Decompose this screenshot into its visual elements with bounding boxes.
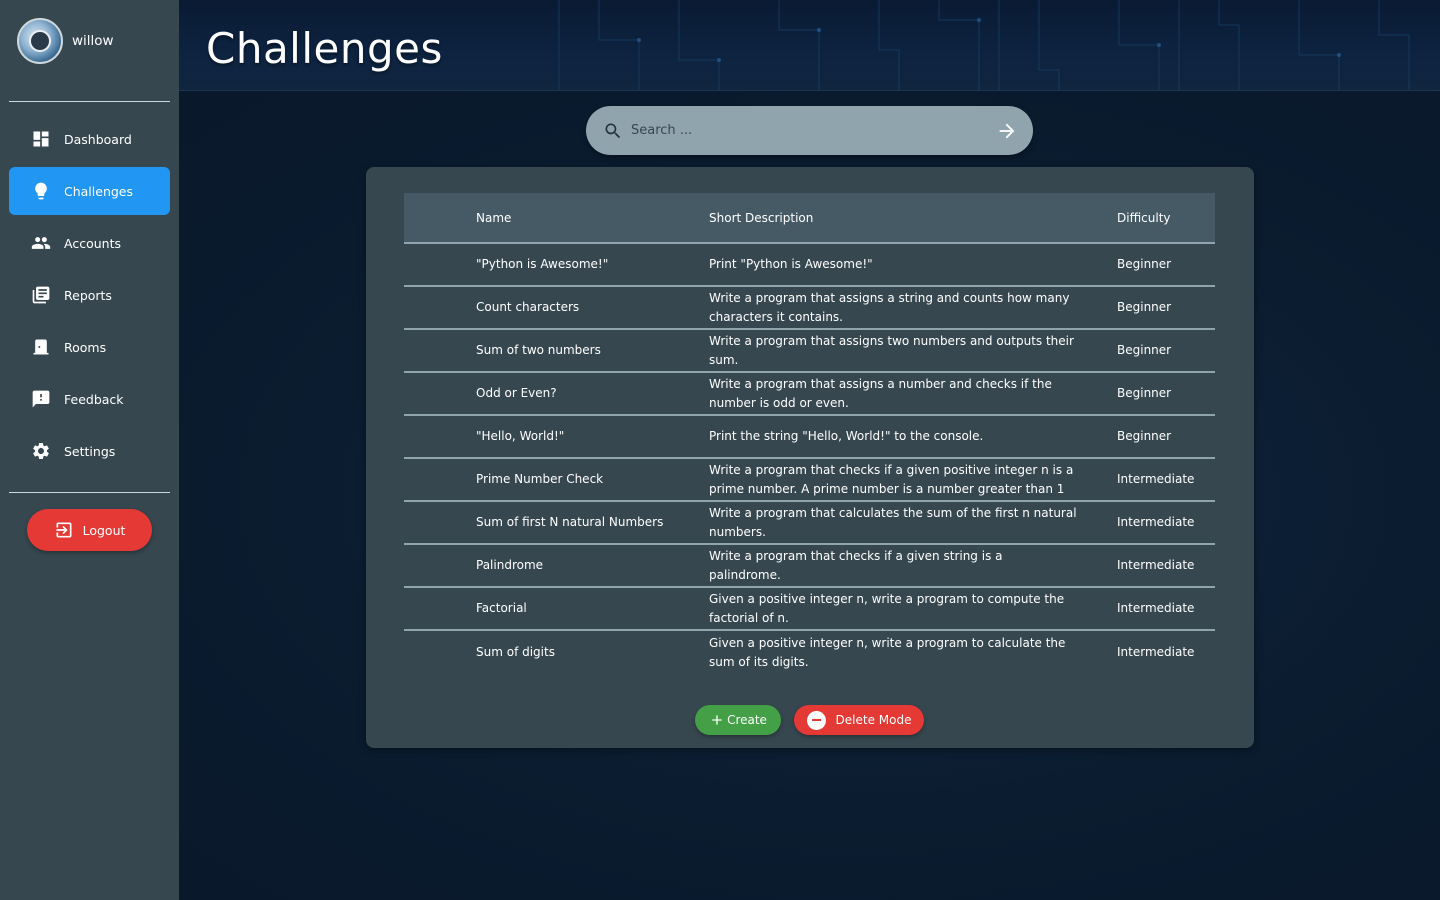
- create-button[interactable]: Create: [695, 705, 781, 735]
- sidebar-divider: [9, 101, 170, 102]
- cell-description: Print the string "Hello, World!" to the …: [709, 429, 984, 443]
- door-icon: [31, 337, 51, 357]
- cell-name: Sum of two numbers: [476, 343, 601, 357]
- cell-difficulty: Beginner: [1117, 300, 1172, 314]
- search-icon: [603, 121, 623, 141]
- table-row[interactable]: Factorial Given a positive integer n, wri…: [404, 588, 1215, 631]
- cell-description: Write a program that calculates the sum …: [709, 505, 1077, 539]
- cell-name: Prime Number Check: [476, 472, 604, 486]
- cell-name: Odd or Even?: [476, 386, 557, 400]
- table-actions: Create Delete Mode: [366, 704, 1254, 735]
- sidebar-item-label: Challenges: [64, 183, 134, 199]
- sidebar-divider: [9, 492, 170, 493]
- cell-name: Sum of first N natural Numbers: [476, 515, 664, 529]
- table-row[interactable]: Odd or Even? Write a program that assigns…: [404, 373, 1215, 416]
- cell-description: Write a program that assigns a string an…: [709, 290, 1070, 324]
- cell-name: Palindrome: [476, 558, 544, 572]
- feedback-icon: [31, 389, 51, 409]
- cell-difficulty: Beginner: [1117, 257, 1172, 271]
- dashboard-icon: [31, 129, 51, 149]
- cell-description: Write a program that assigns two numbers…: [709, 333, 1074, 367]
- cell-description: Write a program that checks if a given s…: [709, 548, 1003, 582]
- table-row[interactable]: Sum of first N natural Numbers Write a pr…: [404, 502, 1215, 545]
- people-icon: [31, 233, 51, 253]
- table-body: "Python is Awesome!" Print "Python is Awe…: [404, 244, 1215, 674]
- search-input[interactable]: [631, 106, 996, 155]
- sidebar-item-reports[interactable]: Reports: [9, 271, 170, 319]
- create-label: Create: [727, 713, 767, 727]
- cell-description: Write a program that assigns a number an…: [709, 376, 1052, 410]
- cell-name: Count characters: [476, 300, 580, 314]
- avatar[interactable]: [17, 17, 63, 64]
- challenges-table: Name Short Description Difficulty "Pytho…: [404, 193, 1215, 674]
- cell-description: Write a program that checks if a given p…: [709, 462, 1074, 496]
- table-row[interactable]: Palindrome Write a program that checks if…: [404, 545, 1215, 588]
- column-header-difficulty[interactable]: Difficulty: [1117, 211, 1215, 225]
- sidebar-item-rooms[interactable]: Rooms: [9, 323, 170, 371]
- column-header-description[interactable]: Short Description: [709, 211, 1117, 225]
- sidebar-item-label: Dashboard: [64, 131, 132, 147]
- sidebar-item-label: Reports: [64, 287, 112, 303]
- table-row[interactable]: "Python is Awesome!" Print "Python is Awe…: [404, 244, 1215, 287]
- gear-icon: [31, 441, 51, 461]
- sidebar-item-label: Feedback: [64, 391, 124, 407]
- sidebar: willow Dashboard Challenges Accounts Rep…: [0, 0, 179, 900]
- sidebar-item-accounts[interactable]: Accounts: [9, 219, 170, 267]
- table-row[interactable]: Prime Number Check Write a program that c…: [404, 459, 1215, 502]
- delete-mode-label: Delete Mode: [835, 713, 912, 727]
- sidebar-item-feedback[interactable]: Feedback: [9, 375, 170, 423]
- cell-difficulty: Intermediate: [1117, 515, 1195, 529]
- cell-difficulty: Intermediate: [1117, 601, 1195, 615]
- plus-icon: [712, 715, 722, 725]
- sidebar-item-challenges[interactable]: Challenges: [9, 167, 170, 215]
- cell-description: Given a positive integer n, write a prog…: [709, 635, 1066, 669]
- page-title: Challenges: [206, 24, 443, 73]
- table-row[interactable]: Count characters Write a program that ass…: [404, 287, 1215, 330]
- table-header: Name Short Description Difficulty: [404, 193, 1215, 244]
- cell-description: Given a positive integer n, write a prog…: [709, 591, 1065, 625]
- cell-name: Factorial: [476, 601, 527, 615]
- lightbulb-icon: [31, 181, 51, 201]
- sidebar-item-settings[interactable]: Settings: [9, 427, 170, 475]
- delete-mode-button[interactable]: Delete Mode: [794, 705, 924, 735]
- cell-name: "Hello, World!": [476, 429, 565, 443]
- table-row[interactable]: "Hello, World!" Print the string "Hello, …: [404, 416, 1215, 459]
- cell-difficulty: Intermediate: [1117, 645, 1195, 659]
- cell-difficulty: Beginner: [1117, 343, 1172, 357]
- sidebar-item-dashboard[interactable]: Dashboard: [9, 115, 170, 163]
- logout-button[interactable]: Logout: [27, 509, 152, 551]
- table-row[interactable]: Sum of two numbers Write a program that a…: [404, 330, 1215, 373]
- logout-icon: [56, 522, 72, 538]
- logout-label: Logout: [82, 522, 126, 538]
- table-row[interactable]: Sum of digits Given a positive integer n,…: [404, 631, 1215, 674]
- cell-difficulty: Beginner: [1117, 386, 1172, 400]
- search-bar[interactable]: [586, 106, 1033, 155]
- library-books-icon: [31, 285, 51, 305]
- cell-difficulty: Intermediate: [1117, 558, 1195, 572]
- cell-description: Print "Python is Awesome!": [709, 257, 873, 271]
- cell-name: Sum of digits: [476, 645, 555, 659]
- sidebar-item-label: Accounts: [64, 235, 121, 251]
- column-header-name[interactable]: Name: [404, 211, 709, 225]
- sidebar-item-label: Rooms: [64, 339, 107, 355]
- username: willow: [72, 32, 114, 49]
- cell-difficulty: Beginner: [1117, 429, 1172, 443]
- remove-circle-icon: [806, 710, 826, 730]
- cell-name: "Python is Awesome!": [476, 257, 609, 271]
- arrow-right-icon[interactable]: [996, 120, 1018, 142]
- page-header: Challenges: [179, 0, 1440, 91]
- challenges-card: Name Short Description Difficulty "Pytho…: [366, 167, 1254, 748]
- cell-difficulty: Intermediate: [1117, 472, 1195, 486]
- user-profile[interactable]: willow: [17, 17, 114, 64]
- sidebar-item-label: Settings: [64, 443, 116, 459]
